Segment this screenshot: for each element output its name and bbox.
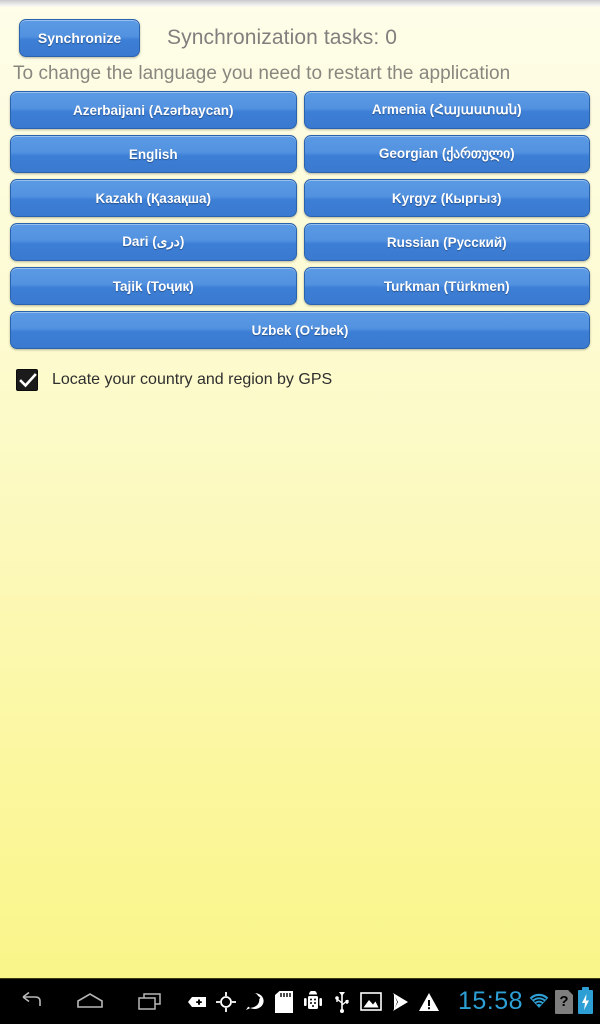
add-badge-icon — [186, 989, 208, 1015]
gps-checkbox[interactable] — [16, 369, 38, 391]
status-strip — [0, 0, 600, 7]
play-store-icon — [389, 989, 411, 1015]
checkmark-icon — [19, 373, 37, 388]
language-grid: Azerbaijani (Azərbaycan) Armenia (Հայաստ… — [10, 91, 590, 349]
language-button-turkman[interactable]: Turkman (Türkmen) — [303, 267, 590, 305]
recents-icon — [138, 992, 161, 1010]
gps-option-row[interactable]: Locate your country and region by GPS — [10, 369, 590, 391]
lightning-bolt-icon — [582, 993, 589, 1010]
check-bubble-icon — [244, 989, 266, 1015]
app-root: Synchronize Synchronization tasks: 0 To … — [0, 0, 600, 1024]
android-robot-icon — [302, 989, 324, 1015]
sync-status-text: Synchronization tasks: 0 — [167, 25, 398, 49]
photo-icon — [360, 989, 382, 1015]
language-button-russian[interactable]: Russian (Русский) — [303, 223, 590, 261]
language-button-armenia[interactable]: Armenia (Հայաստան) — [303, 91, 590, 129]
home-button[interactable] — [68, 982, 112, 1022]
wifi-icon — [528, 989, 550, 1015]
header-row: Synchronize Synchronization tasks: 0 — [10, 7, 590, 60]
recents-button[interactable] — [128, 982, 172, 1022]
restart-notice: To change the language you need to resta… — [13, 63, 511, 84]
nav-buttons — [0, 982, 180, 1022]
battery-charging-icon — [578, 986, 593, 1014]
sd-card-icon — [273, 989, 295, 1015]
language-button-azerbaijani[interactable]: Azerbaijani (Azərbaycan) — [10, 91, 297, 129]
language-button-kazakh[interactable]: Kazakh (Қазақша) — [10, 179, 297, 217]
language-button-georgian[interactable]: Georgian (ქართული) — [303, 135, 590, 173]
settings-content: Synchronize Synchronization tasks: 0 To … — [0, 7, 600, 978]
language-button-tajik[interactable]: Tajik (Тоҷик) — [10, 267, 297, 305]
back-icon — [22, 991, 41, 1006]
language-button-english[interactable]: English — [10, 135, 297, 173]
home-icon — [77, 992, 103, 1008]
warning-icon — [418, 989, 440, 1015]
gps-crosshair-icon — [215, 989, 237, 1015]
synchronize-button[interactable]: Synchronize — [19, 18, 140, 57]
language-button-uzbek[interactable]: Uzbek (O‘zbek) — [10, 311, 590, 349]
gps-checkbox-label: Locate your country and region by GPS — [52, 371, 333, 388]
status-icons: 15:58 ? — [457, 986, 600, 1016]
sdcard-status-icon: ? — [555, 989, 573, 1014]
clock: 15:58 — [457, 987, 523, 1015]
language-button-kyrgyz[interactable]: Kyrgyz (Кыргыз) — [303, 179, 590, 217]
system-navigation-bar: 15:58 ? — [0, 978, 600, 1024]
notification-icons — [180, 989, 458, 1015]
usb-icon — [331, 989, 353, 1015]
language-button-dari[interactable]: Dari (دری) — [10, 223, 297, 261]
back-button[interactable] — [8, 982, 52, 1022]
